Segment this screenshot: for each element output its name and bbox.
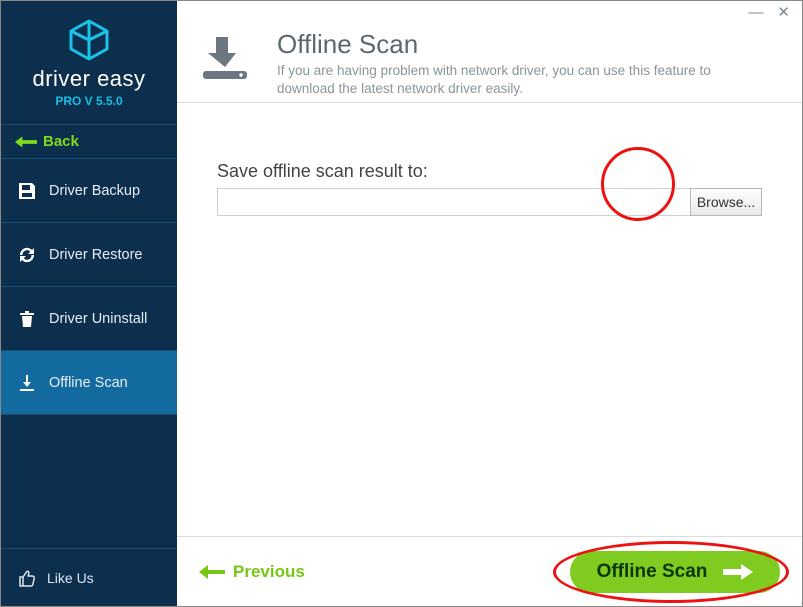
back-arrow-icon: [15, 136, 37, 148]
window-close-button[interactable]: ✕: [777, 5, 790, 20]
sidebar-item-label: Driver Uninstall: [49, 311, 147, 327]
like-us-button[interactable]: Like Us: [1, 548, 177, 606]
offline-scan-label: Offline Scan: [597, 561, 708, 583]
like-us-label: Like Us: [47, 570, 94, 586]
footer-bar: Previous Offline Scan: [177, 536, 802, 606]
brand-text: driver easy: [32, 66, 145, 92]
download-large-icon: [193, 29, 257, 93]
logo-icon: [65, 18, 113, 62]
content-area: Save offline scan result to: Browse...: [177, 103, 802, 536]
trash-icon: [17, 309, 37, 329]
refresh-icon: [17, 245, 37, 265]
main-panel: — ✕ Offline Scan If you are having probl…: [177, 1, 802, 606]
page-header: Offline Scan If you are having problem w…: [177, 23, 802, 103]
sidebar-item-driver-uninstall[interactable]: Driver Uninstall: [1, 287, 177, 351]
save-path-input[interactable]: [217, 188, 690, 216]
previous-label: Previous: [233, 562, 305, 582]
app-window: driver easy PRO V 5.5.0 Back Driver Back…: [0, 0, 803, 607]
forward-arrow-icon: [723, 564, 753, 580]
offline-scan-button[interactable]: Offline Scan: [570, 551, 780, 593]
page-description: If you are having problem with network d…: [277, 62, 747, 98]
save-icon: [17, 181, 37, 201]
back-label: Back: [43, 133, 79, 150]
save-path-row: Browse...: [217, 188, 762, 216]
previous-button[interactable]: Previous: [199, 562, 305, 582]
window-minimize-button[interactable]: —: [748, 5, 763, 20]
back-button[interactable]: Back: [1, 125, 177, 159]
sidebar-item-driver-backup[interactable]: Driver Backup: [1, 159, 177, 223]
sidebar-item-driver-restore[interactable]: Driver Restore: [1, 223, 177, 287]
page-title: Offline Scan: [277, 29, 747, 60]
browse-button[interactable]: Browse...: [690, 188, 762, 216]
save-path-label: Save offline scan result to:: [217, 161, 762, 182]
version-text: PRO V 5.5.0: [55, 94, 122, 108]
sidebar-item-offline-scan[interactable]: Offline Scan: [1, 351, 177, 415]
sidebar-nav: Driver Backup Driver Restore Driver Unin…: [1, 159, 177, 548]
logo-area: driver easy PRO V 5.5.0: [1, 1, 177, 125]
sidebar-item-label: Offline Scan: [49, 375, 128, 391]
thumbs-up-icon: [17, 568, 37, 588]
sidebar-item-label: Driver Restore: [49, 247, 142, 263]
download-icon: [17, 373, 37, 393]
sidebar: driver easy PRO V 5.5.0 Back Driver Back…: [1, 1, 177, 606]
previous-arrow-icon: [199, 565, 225, 579]
page-header-text: Offline Scan If you are having problem w…: [277, 29, 747, 98]
sidebar-item-label: Driver Backup: [49, 183, 140, 199]
window-titlebar: — ✕: [177, 1, 802, 23]
